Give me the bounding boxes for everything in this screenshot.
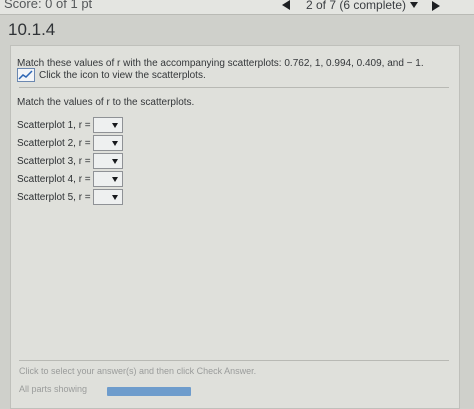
triangle-left-icon[interactable] xyxy=(282,0,290,10)
line-chart-icon[interactable] xyxy=(17,68,35,82)
answer-rows: Scatterplot 1, r = Scatterplot 2, r = Sc… xyxy=(17,116,123,206)
caret-down-icon[interactable] xyxy=(410,2,419,8)
triangle-right-icon[interactable] xyxy=(432,1,440,11)
answer-row: Scatterplot 5, r = xyxy=(17,188,123,206)
answer-row: Scatterplot 2, r = xyxy=(17,134,123,152)
scatterplot-link-row: Click the icon to view the scatterplots. xyxy=(17,68,206,82)
top-bar: Score: 0 of 1 pt 2 of 7 (6 complete) xyxy=(0,0,474,15)
parts-progress-bar xyxy=(107,387,191,396)
question-nav: 2 of 7 (6 complete) xyxy=(282,0,419,13)
view-scatterplots-link[interactable]: Click the icon to view the scatterplots. xyxy=(39,70,206,81)
caret-down-icon xyxy=(112,159,118,164)
scatterplot-label: Scatterplot 2, r = xyxy=(17,137,91,149)
r-value-dropdown-1[interactable] xyxy=(93,117,123,133)
score-text: Score: 0 of 1 pt xyxy=(4,0,93,11)
divider xyxy=(19,360,449,361)
r-value-dropdown-4[interactable] xyxy=(93,171,123,187)
match-label: Match the values of r to the scatterplot… xyxy=(17,97,195,108)
question-number: 10.1.4 xyxy=(8,20,56,39)
hint-text: Click to select your answer(s) and then … xyxy=(19,366,257,376)
r-value-dropdown-5[interactable] xyxy=(93,189,123,205)
divider xyxy=(19,87,449,88)
caret-down-icon xyxy=(112,123,118,128)
r-value-dropdown-2[interactable] xyxy=(93,135,123,151)
answer-row: Scatterplot 4, r = xyxy=(17,170,123,188)
answer-row: Scatterplot 3, r = xyxy=(17,152,123,170)
scatterplot-label: Scatterplot 3, r = xyxy=(17,155,91,167)
caret-down-icon xyxy=(112,195,118,200)
caret-down-icon xyxy=(112,141,118,146)
caret-down-icon xyxy=(112,177,118,182)
scatterplot-label: Scatterplot 4, r = xyxy=(17,173,91,185)
progress-text[interactable]: 2 of 7 (6 complete) xyxy=(306,0,406,12)
answer-row: Scatterplot 1, r = xyxy=(17,116,123,134)
scatterplot-label: Scatterplot 5, r = xyxy=(17,191,91,203)
parts-showing-text: All parts showing xyxy=(19,384,88,394)
question-panel: Match these values of r with the accompa… xyxy=(10,45,460,409)
r-value-dropdown-3[interactable] xyxy=(93,153,123,169)
scatterplot-label: Scatterplot 1, r = xyxy=(17,119,91,131)
